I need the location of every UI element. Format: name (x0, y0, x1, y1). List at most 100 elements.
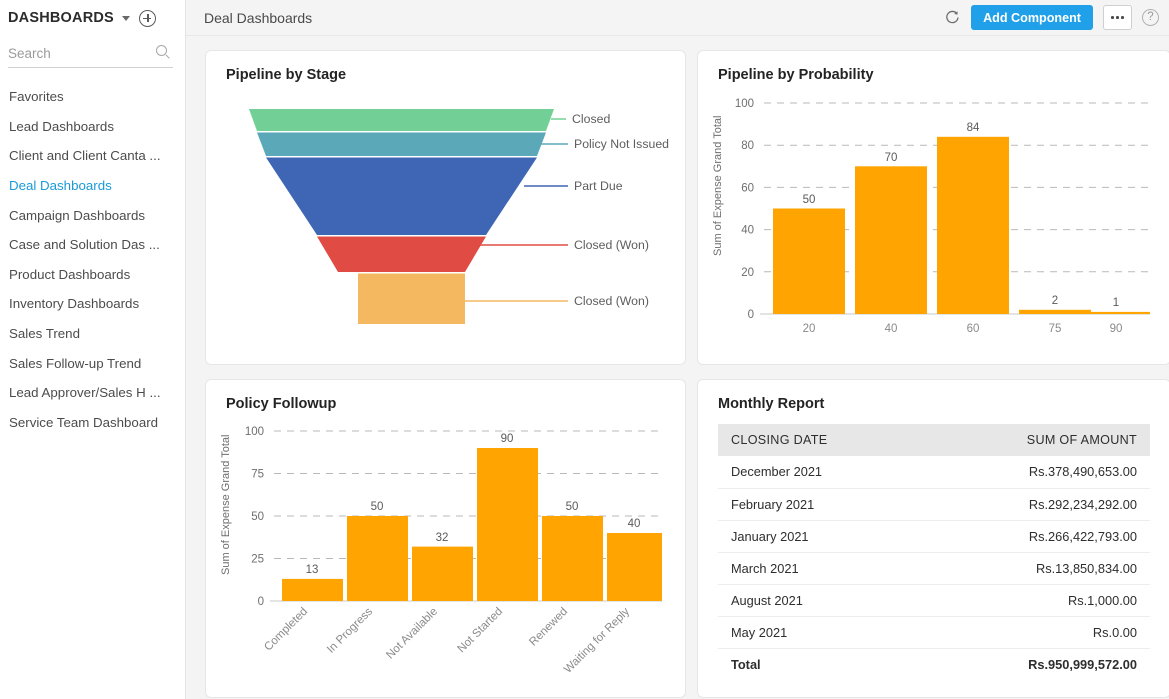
sidebar-item-case-and-solution-das[interactable]: Case and Solution Das ... (0, 230, 185, 260)
table-row[interactable]: March 2021 Rs.13,850,834.00 (718, 552, 1150, 585)
sidebar-item-service-team-dashboard[interactable]: Service Team Dashboard (0, 408, 185, 438)
funnel-chart: Closed Policy Not Issued Part Due Closed… (206, 51, 685, 364)
sidebar: DASHBOARDS Favorites Lead Dashboards Cli… (0, 0, 186, 699)
topbar: Deal Dashboards Add Component ? (186, 0, 1169, 36)
funnel-legend-label-2: Policy Not Issued (574, 137, 670, 151)
sidebar-item-favorites[interactable]: Favorites (0, 82, 185, 112)
chevron-down-icon[interactable] (121, 15, 130, 21)
ellipsis-icon[interactable] (1103, 5, 1132, 30)
table-row[interactable]: May 2021 Rs.0.00 (718, 616, 1150, 649)
funnel-band-part-due (266, 157, 537, 235)
x-tick-label: Renewed (527, 606, 570, 649)
dashboard-app: DASHBOARDS Favorites Lead Dashboards Cli… (0, 0, 1169, 699)
x-tick-label: In Progress (325, 605, 375, 655)
cell-closing-date: August 2021 (718, 584, 923, 617)
refresh-icon[interactable] (944, 9, 961, 26)
cell-sum-of-amount: Rs.292,234,292.00 (922, 488, 1150, 521)
y-tick-label: 100 (245, 426, 264, 438)
sidebar-item-sales-trend[interactable]: Sales Trend (0, 319, 185, 349)
column-header-sum-of-amount[interactable]: SUM OF AMOUNT (922, 424, 1150, 456)
sidebar-item-product-dashboards[interactable]: Product Dashboards (0, 260, 185, 290)
cell-sum-of-amount: Rs.378,490,653.00 (922, 456, 1150, 489)
sidebar-item-lead-approver-sales-h[interactable]: Lead Approver/Sales H ... (0, 378, 185, 408)
search-box[interactable] (8, 40, 173, 68)
sidebar-item-label: Product Dashboards (9, 266, 131, 282)
x-tick-label: 90 (1110, 323, 1123, 335)
bar-value-label: 2 (1052, 295, 1058, 307)
y-tick-label: 20 (741, 267, 754, 279)
y-tick-label: 50 (251, 511, 264, 523)
funnel-band-closed-won-red (317, 236, 486, 272)
x-tick-label: 60 (967, 323, 980, 335)
card-monthly-report: Monthly Report CLOSING DATE SUM OF AMOUN… (697, 379, 1169, 698)
sidebar-item-label: Favorites (9, 89, 64, 105)
x-tick-label: Not Started (456, 606, 506, 656)
sidebar-item-label: Inventory Dashboards (9, 296, 140, 312)
policy-followup-bar-chart: Sum of Expense Grand Total 100 75 50 25 … (220, 426, 662, 676)
table-header-row: CLOSING DATE SUM OF AMOUNT (718, 424, 1150, 456)
y-tick-label: 100 (735, 98, 754, 110)
cell-sum-of-amount: Rs.266,422,793.00 (922, 520, 1150, 553)
cell-total-amount: Rs.950,999,572.00 (1028, 656, 1137, 672)
sidebar-item-label: Client and Client Canta ... (9, 148, 161, 164)
y-tick-label: 25 (251, 554, 264, 566)
x-tick-label: 20 (803, 323, 816, 335)
bar (607, 533, 662, 601)
bar-value-label: 1 (1113, 297, 1119, 309)
bar (282, 578, 343, 601)
main-content: Deal Dashboards Add Component ? Pipeline (186, 0, 1169, 699)
y-tick-label: 0 (748, 309, 754, 321)
sidebar-title: DASHBOARDS (8, 10, 114, 26)
cell-sum-of-amount: Rs.13,850,834.00 (922, 552, 1150, 585)
table-row[interactable]: August 2021 Rs.1,000.00 (718, 584, 1150, 617)
cell-sum-of-amount: Rs.0.00 (922, 616, 1150, 649)
bar-value-label: 84 (967, 122, 980, 134)
table-row[interactable]: January 2021 Rs.266,422,793.00 (718, 520, 1150, 553)
sidebar-item-label: Service Team Dashboard (9, 414, 159, 430)
bar (542, 516, 603, 601)
bar (477, 448, 538, 601)
monthly-report-table: CLOSING DATE SUM OF AMOUNT December 2021… (718, 424, 1150, 680)
x-tick-label: 40 (885, 323, 898, 335)
bar-value-label: 50 (566, 501, 579, 513)
bar (1019, 309, 1091, 314)
bar-value-label: 50 (371, 501, 384, 513)
sidebar-item-label: Lead Dashboards (9, 118, 114, 134)
sidebar-item-label: Sales Trend (9, 326, 80, 342)
table-row[interactable]: December 2021 Rs.378,490,653.00 (718, 456, 1150, 489)
y-tick-label: 0 (258, 596, 264, 608)
bar-value-label: 90 (501, 433, 514, 445)
plus-circle-icon[interactable] (138, 9, 156, 27)
bar-value-label: 50 (803, 194, 816, 206)
table-row[interactable]: February 2021 Rs.292,234,292.00 (718, 488, 1150, 521)
sidebar-item-lead-dashboards[interactable]: Lead Dashboards (0, 112, 185, 142)
sidebar-item-deal-dashboards[interactable]: Deal Dashboards (0, 171, 185, 201)
card-pipeline-by-stage: Pipeline by Stage Closed Policy Not Issu… (205, 50, 686, 365)
x-tick-label: Waiting for Reply (562, 605, 632, 675)
bar-value-label: 70 (885, 152, 898, 164)
sidebar-item-campaign-dashboards[interactable]: Campaign Dashboards (0, 200, 185, 230)
sidebar-item-sales-follow-up-trend[interactable]: Sales Follow-up Trend (0, 348, 185, 378)
y-tick-label: 80 (741, 140, 754, 152)
breadcrumb: Deal Dashboards (204, 9, 313, 26)
funnel-band-policy-not-issued (257, 132, 546, 156)
search-icon[interactable] (156, 45, 170, 59)
search-input[interactable] (8, 46, 148, 61)
cell-closing-date: May 2021 (718, 616, 923, 649)
x-tick-label: Not Available (384, 606, 440, 662)
help-icon[interactable]: ? (1142, 9, 1159, 26)
sidebar-item-inventory-dashboards[interactable]: Inventory Dashboards (0, 289, 185, 319)
funnel-legend-label-4: Closed (Won) (574, 238, 649, 252)
probability-bar-chart: Sum of Expense Grand Total 100 80 60 40 (712, 98, 1150, 335)
sidebar-item-label: Campaign Dashboards (9, 207, 146, 223)
add-component-button[interactable]: Add Component (971, 5, 1093, 30)
sidebar-header: DASHBOARDS (0, 0, 185, 36)
funnel-legend-label-3: Part Due (574, 179, 623, 193)
gridlines (274, 430, 662, 559)
sidebar-item-client-and-client-canta[interactable]: Client and Client Canta ... (0, 141, 185, 171)
bar-value-label: 40 (628, 518, 641, 530)
funnel-legend-label-5: Closed (Won) (574, 294, 649, 308)
cell-closing-date: January 2021 (718, 520, 923, 553)
column-header-closing-date[interactable]: CLOSING DATE (718, 424, 923, 456)
card-title: Monthly Report (718, 396, 825, 412)
